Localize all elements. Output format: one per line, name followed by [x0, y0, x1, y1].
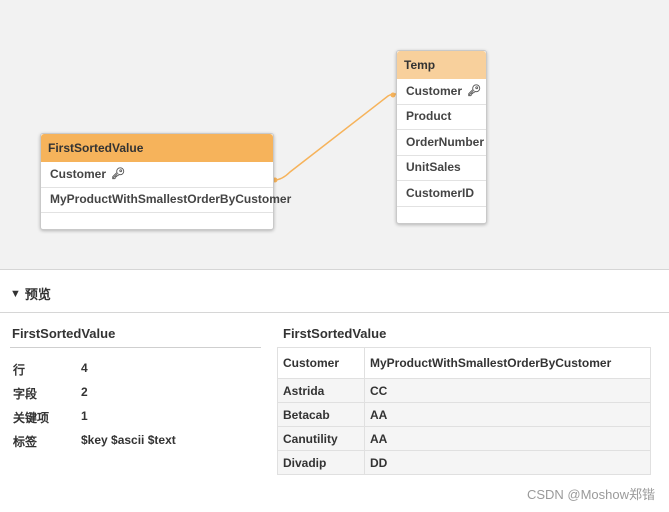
meta-label: 关键项	[13, 411, 50, 425]
field-customerid[interactable]: CustomerID	[397, 181, 486, 207]
field-label: MyProductWithSmallestOrderByCustomer	[50, 192, 292, 207]
preview-table: Customer MyProductWithSmallestOrderByCus…	[277, 347, 651, 475]
column-header[interactable]: Customer	[277, 347, 365, 379]
field-label: CustomerID	[406, 185, 475, 200]
field-label: UnitSales	[406, 160, 461, 175]
meta-row-keys: 关键项 1	[13, 409, 88, 426]
column-header[interactable]: MyProductWithSmallestOrderByCustomer	[364, 347, 651, 379]
table-card-title[interactable]: Temp	[397, 51, 486, 79]
field-label: OrderNumber	[406, 134, 485, 149]
table-row: Canutility AA	[277, 426, 651, 451]
field-myproductwithsmallestorderbycustomer[interactable]: MyProductWithSmallestOrderByCustomer	[41, 188, 291, 213]
table-row: Betacab AA	[277, 402, 651, 427]
table-cell: Betacab	[277, 402, 365, 427]
meta-value: 1	[81, 409, 88, 423]
preview-table-title: FirstSortedValue	[283, 326, 387, 341]
meta-title: FirstSortedValue	[12, 326, 116, 341]
table-cell: Canutility	[277, 426, 365, 451]
field-label: Product	[406, 109, 452, 124]
field-product[interactable]: Product	[397, 105, 486, 130]
table-cell: Astrida	[277, 378, 365, 403]
table-cell: DD	[364, 450, 651, 475]
table-row: Divadip DD	[277, 450, 651, 475]
triangle-down-icon: ▼	[10, 287, 21, 300]
meta-label: 行	[13, 363, 26, 377]
preview-toggle-label: 预览	[24, 287, 51, 302]
table-card-title[interactable]: FirstSortedValue	[41, 134, 273, 162]
table-row: Astrida CC	[277, 378, 651, 403]
key-icon: 🔑︎	[467, 84, 481, 97]
field-customer[interactable]: Customer 🔑︎	[397, 79, 486, 105]
table-card-footer	[41, 213, 273, 229]
meta-row-rows: 行 4	[13, 361, 88, 378]
field-label: Customer	[406, 83, 463, 98]
meta-value: 4	[81, 361, 88, 375]
table-card-footer	[397, 207, 486, 223]
meta-row-fields: 字段 2	[13, 385, 88, 402]
table-header-row: Customer MyProductWithSmallestOrderByCus…	[277, 347, 651, 379]
field-unitsales[interactable]: UnitSales	[397, 156, 486, 181]
field-ordernumber[interactable]: OrderNumber	[397, 130, 486, 156]
divider	[0, 312, 669, 313]
table-card-firstsortedvalue[interactable]: FirstSortedValue Customer 🔑︎ MyProductWi…	[40, 133, 291, 230]
table-cell: Divadip	[277, 450, 365, 475]
divider	[10, 347, 261, 348]
preview-toggle[interactable]: ▼ 预览	[10, 284, 51, 303]
watermark: CSDN @Moshow郑锴	[526, 487, 655, 502]
key-icon: 🔑︎	[111, 167, 125, 180]
meta-label: 字段	[13, 387, 38, 401]
field-label: Customer	[50, 166, 107, 181]
meta-value: $key $ascii $text	[81, 433, 176, 447]
table-cell: AA	[364, 402, 651, 427]
meta-label: 标签	[13, 435, 38, 449]
meta-value: 2	[81, 385, 88, 399]
field-customer[interactable]: Customer 🔑︎	[41, 162, 273, 188]
table-cell: CC	[364, 378, 651, 403]
table-cell: AA	[364, 426, 651, 451]
table-card-temp[interactable]: Temp Customer 🔑︎ Product OrderNumber Uni…	[396, 50, 487, 224]
meta-row-tags: 标签 $key $ascii $text	[13, 433, 176, 450]
